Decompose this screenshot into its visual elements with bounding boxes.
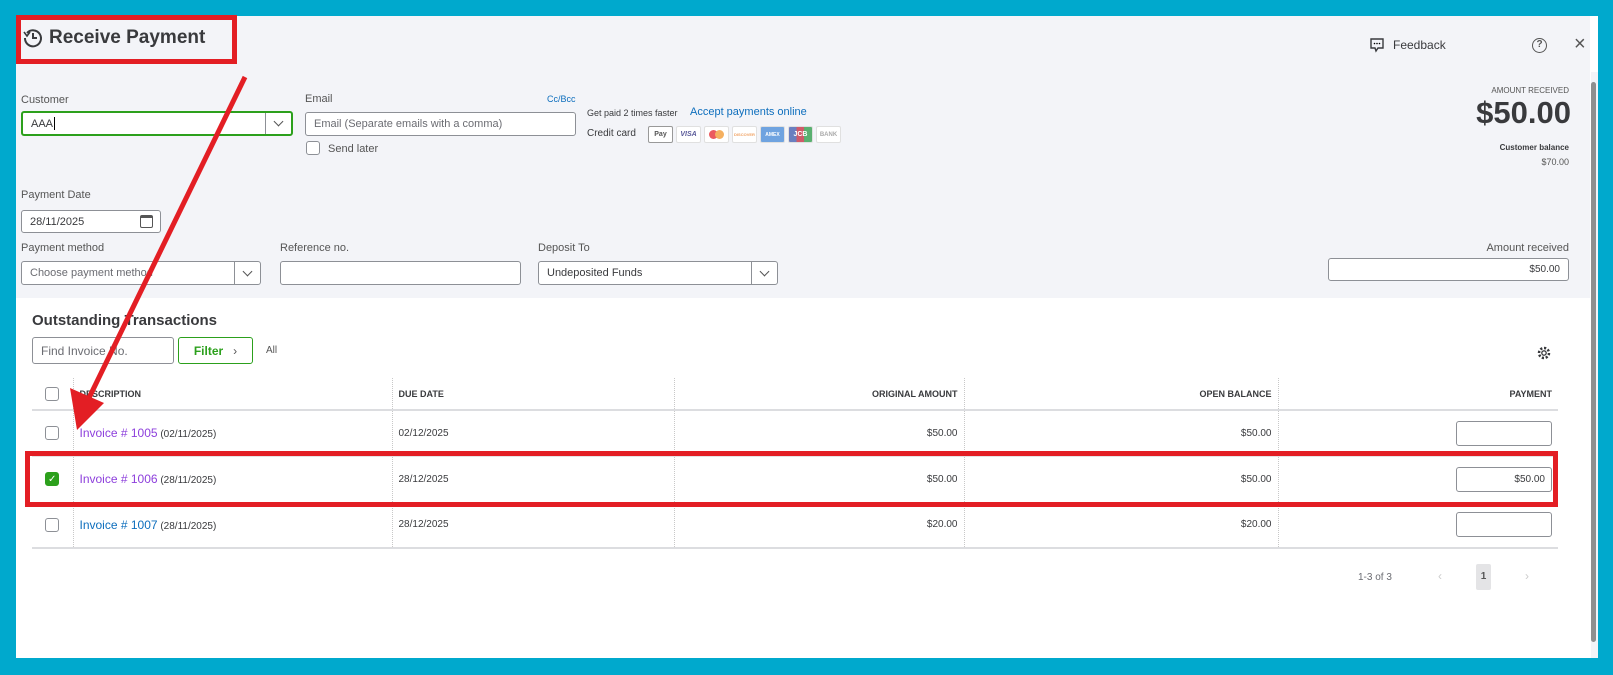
annotation-arrow [70,75,248,430]
